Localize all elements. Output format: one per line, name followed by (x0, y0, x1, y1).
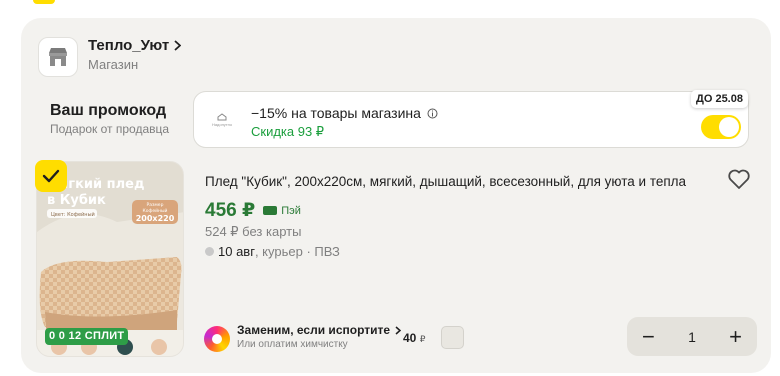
promo-expiry-badge: ДО 25.08 (691, 90, 748, 108)
promo-text: −15% на товары магазина (251, 105, 438, 121)
chevron-right-icon (174, 40, 182, 51)
service-price-currency: ₽ (419, 334, 426, 344)
top-tab-indicator (33, 0, 55, 4)
delivery-info: 10 авг , курьер · ПВЗ (205, 244, 340, 259)
image-size-color: Кофейный (143, 207, 168, 214)
quantity-value: 1 (688, 328, 696, 345)
promo-description: −15% на товары магазина (251, 105, 421, 121)
delivery-date: 10 авг (218, 244, 255, 259)
shop-logo[interactable] (38, 37, 78, 77)
service-price-value: 40 (403, 331, 417, 345)
service-price: 40 ₽ (403, 331, 425, 345)
seller-promo-logo-text: Надопутно (211, 122, 233, 127)
old-price: 524 ₽ без карты (205, 224, 302, 239)
promo-discount: Скидка 93 ₽ (251, 124, 325, 139)
product-title[interactable]: Плед "Кубик", 200х220см, мягкий, дышащий… (205, 174, 686, 189)
quantity-stepper: − 1 + (627, 317, 757, 356)
pay-label: Пэй (263, 205, 301, 217)
image-text-line2: в Кубик (47, 193, 106, 208)
cart-shop-card: Тепло_Уют Магазин Ваш промокод Подарок о… (21, 18, 771, 373)
card-icon (263, 206, 278, 215)
info-icon[interactable] (427, 108, 438, 119)
promo-title: Ваш промокод (50, 102, 167, 119)
image-color-label: Цвет: Кофейный (51, 211, 95, 218)
split-badge: 0 0 12 СПЛИТ (45, 328, 129, 345)
increase-quantity-button[interactable]: + (729, 325, 742, 348)
seller-promo-logo: Надопутно (208, 106, 236, 134)
toggle-knob (719, 117, 739, 137)
shop-type: Магазин (88, 57, 139, 72)
promo-subtitle: Подарок от продавца (50, 122, 170, 136)
service-checkbox[interactable] (441, 326, 464, 349)
select-product-checkbox[interactable] (35, 160, 67, 192)
delivery-dot-icon (205, 247, 214, 256)
delivery-method: , курьер · ПВЗ (254, 244, 340, 259)
pay-text: Пэй (281, 204, 301, 217)
promo-toggle[interactable] (701, 115, 741, 139)
service-subtitle: Или оплатим химчистку (237, 339, 348, 350)
image-size-value: 200x220 (136, 214, 175, 223)
heart-icon (728, 169, 750, 189)
checkmark-icon (42, 169, 60, 183)
chevron-right-icon (395, 325, 402, 335)
shop-name: Тепло_Уют (88, 37, 170, 54)
service-link[interactable]: Заменим, если испортите (237, 323, 402, 337)
image-size-label: Размер (147, 202, 164, 208)
decrease-quantity-button[interactable]: − (642, 325, 655, 348)
home-logo-icon (217, 113, 227, 121)
favorite-button[interactable] (727, 168, 751, 190)
product-price: 456 ₽ (205, 200, 256, 221)
store-icon (49, 48, 67, 66)
promo-code-box[interactable]: Надопутно −15% на товары магазина Скидка… (193, 91, 749, 148)
shop-name-link[interactable]: Тепло_Уют (88, 37, 182, 54)
service-title: Заменим, если испортите (237, 323, 391, 337)
price-row: 456 ₽ Пэй (205, 199, 301, 222)
service-logo-icon (204, 326, 230, 352)
